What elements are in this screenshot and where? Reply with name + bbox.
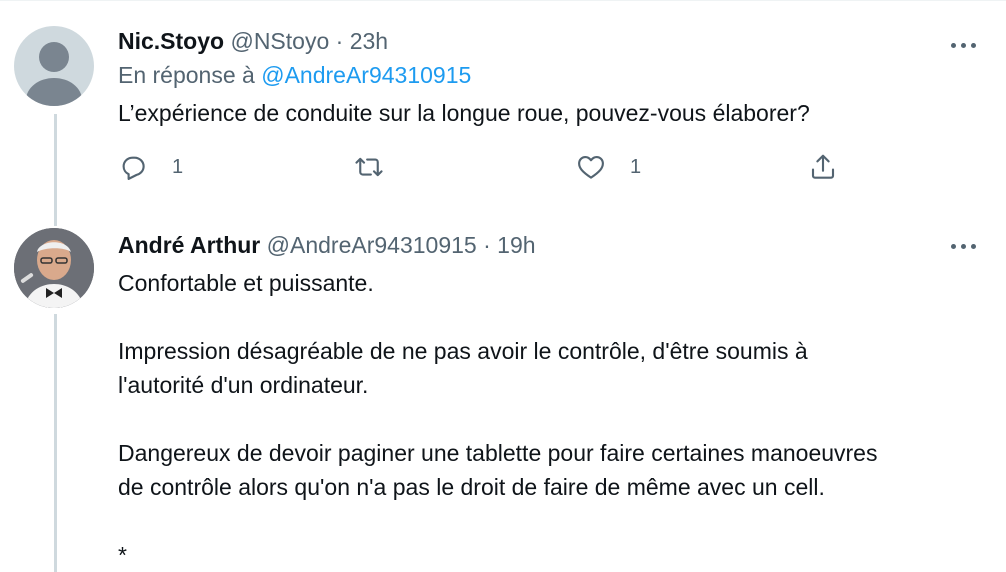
reply-button[interactable]: 1 — [118, 152, 183, 182]
tweet-text: L’expérience de conduite sur la longue r… — [118, 100, 810, 126]
separator-dot: · — [483, 232, 491, 258]
thread-line — [54, 114, 57, 218]
timestamp[interactable]: 19h — [497, 232, 535, 258]
user-handle[interactable]: @AndreAr94310915 — [267, 232, 477, 258]
reply-count: 1 — [172, 155, 184, 178]
retweet-icon — [355, 157, 383, 177]
timestamp[interactable]: 23h — [350, 28, 388, 54]
thread-line — [54, 214, 57, 226]
more-options-icon[interactable] — [951, 43, 976, 48]
tweet-header: André Arthur @AndreAr94310915 · 19h — [118, 230, 976, 260]
tweet-paragraph: Confortable et puissante. — [118, 270, 374, 296]
share-icon — [811, 154, 835, 179]
display-name[interactable]: Nic.Stoyo — [118, 28, 224, 54]
tweet-header: Nic.Stoyo @NStoyo · 23h — [118, 26, 976, 56]
reply-mention-link[interactable]: @AndreAr94310915 — [261, 62, 471, 88]
tweet-andre-arthur[interactable]: André Arthur @AndreAr94310915 · 19h Conf… — [0, 214, 1006, 572]
share-button[interactable] — [808, 152, 838, 182]
tweet-nic-stoyo[interactable]: Nic.Stoyo @NStoyo · 23h En réponse à @An… — [0, 0, 1006, 218]
user-handle[interactable]: @NStoyo — [230, 28, 329, 54]
retweet-button[interactable] — [354, 152, 408, 182]
tweet-paragraph: Dangereux de devoir paginer une tablette… — [118, 440, 878, 500]
thread-line — [54, 314, 57, 572]
reply-icon — [122, 156, 145, 180]
separator-dot: · — [335, 28, 344, 54]
avatar[interactable] — [14, 228, 94, 308]
more-options-icon[interactable] — [951, 244, 976, 249]
reply-prefix: En réponse à — [118, 62, 255, 88]
tweet-paragraph: * — [118, 542, 127, 568]
like-button[interactable]: 1 — [576, 152, 641, 182]
default-avatar-icon[interactable] — [14, 26, 94, 106]
display-name[interactable]: André Arthur — [118, 232, 260, 258]
like-count: 1 — [630, 155, 642, 178]
reply-context: En réponse à @AndreAr94310915 — [118, 60, 976, 90]
tweet-paragraph: Impression désagréable de ne pas avoir l… — [118, 338, 808, 398]
tweet-actions: 1 1 — [118, 152, 858, 192]
heart-icon — [578, 155, 604, 179]
